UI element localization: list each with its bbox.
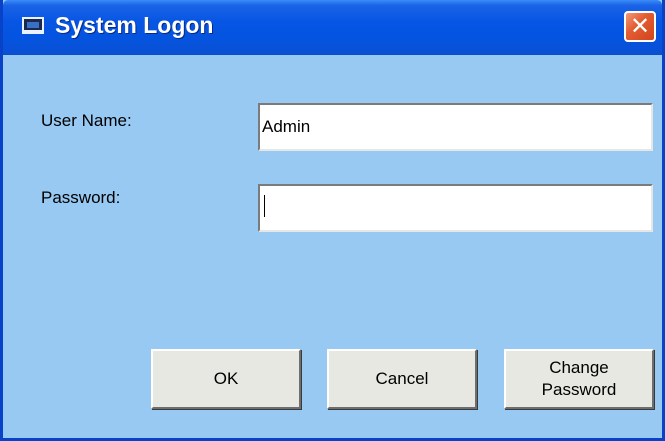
title-bar[interactable]: System Logon ✕ <box>3 0 662 55</box>
change-password-label-line2: Password <box>541 380 617 399</box>
text-caret <box>264 195 265 217</box>
ok-button[interactable]: OK <box>151 349 301 409</box>
ok-button-label: OK <box>213 369 239 388</box>
change-password-button[interactable]: Change Password <box>504 349 654 409</box>
change-password-label-line1: Change <box>549 358 609 377</box>
username-label: User Name: <box>41 111 132 130</box>
password-input[interactable] <box>258 184 653 232</box>
window-title: System Logon <box>55 12 214 38</box>
window-app-icon <box>22 17 44 34</box>
username-input[interactable] <box>258 103 653 151</box>
cancel-button[interactable]: Cancel <box>327 349 477 409</box>
cancel-button-label: Cancel <box>375 369 429 388</box>
logon-dialog: System Logon ✕ User Name: Password: OK C… <box>0 0 665 441</box>
close-button[interactable]: ✕ <box>624 11 656 42</box>
password-label: Password: <box>41 188 121 207</box>
close-icon: ✕ <box>629 12 651 40</box>
